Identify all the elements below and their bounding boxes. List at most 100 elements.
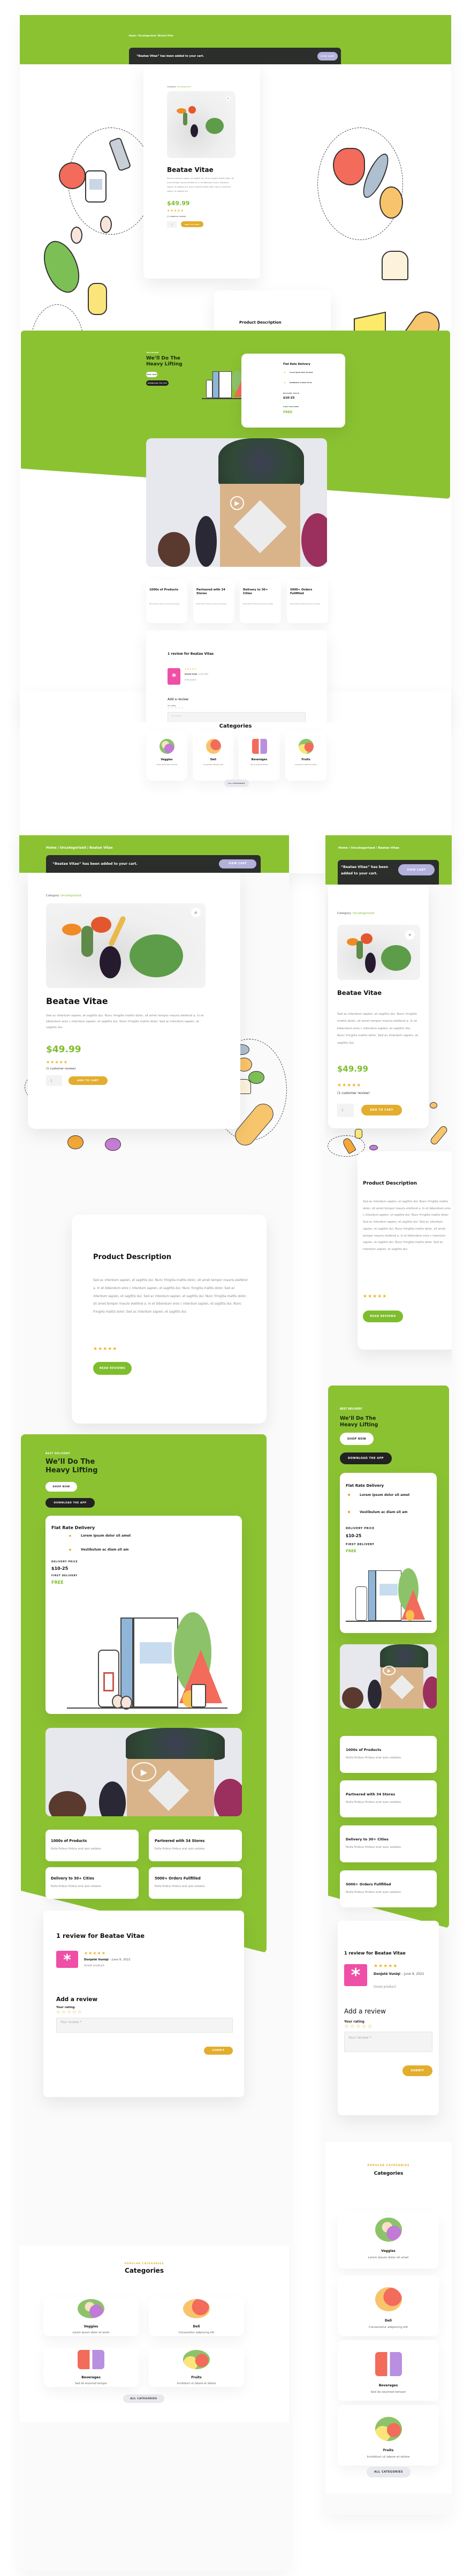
- reviews-card: 1 review for Beatae Vitae * ★★★★★ Donjet…: [338, 1921, 439, 2115]
- breadcrumb[interactable]: Home / Uncategorized / Beatae Vitae: [46, 846, 113, 850]
- shop-now-button[interactable]: Shop Now: [146, 372, 157, 377]
- delivery-video[interactable]: ▶: [340, 1644, 437, 1709]
- product-card: Category: Uncategorized ⌕ Beatae Vitae S…: [328, 885, 429, 1128]
- review-textarea[interactable]: Your review *: [344, 2032, 432, 2052]
- review-stars: ★★★★★: [185, 668, 197, 670]
- deli-icon: [206, 739, 221, 754]
- add-review-title: Add a review: [56, 1996, 98, 2003]
- beverages-icon: [375, 2352, 402, 2376]
- flat-rate-bullet: Vestibulum ac diam sit am: [348, 1510, 407, 1514]
- description-title: Product Description: [239, 320, 282, 325]
- all-categories-button[interactable]: All Categories: [367, 2467, 411, 2477]
- submit-review-button[interactable]: Submit: [204, 2047, 233, 2055]
- zoom-icon[interactable]: ⌕: [191, 908, 201, 917]
- category-card-fruits[interactable]: Fruits Incididunt ut labore et dolore: [338, 2405, 439, 2466]
- review-date: – June 9, 2021: [401, 1972, 424, 1976]
- delivery-video[interactable]: ▶: [146, 438, 327, 567]
- category-card-veggies[interactable]: Veggies Lorem ipsum dolor sit amet: [338, 2212, 439, 2268]
- review-text: Great product: [374, 1985, 396, 1989]
- breadcrumb[interactable]: Home / Uncategorized / Beatae Vitae: [338, 847, 399, 850]
- first-delivery-label: First Delivery: [346, 1543, 375, 1546]
- add-to-cart-button[interactable]: Add to cart: [361, 1105, 402, 1115]
- delivery-video[interactable]: ▶: [45, 1728, 242, 1816]
- zoom-icon[interactable]: ⌕: [405, 930, 415, 940]
- category-card-fruits[interactable]: Fruits Incididunt ut labore et dolore: [285, 731, 326, 781]
- product-price: $49.99: [337, 1064, 368, 1074]
- chicken-leg-icon: [379, 186, 403, 219]
- category-link[interactable]: Uncategorized: [177, 86, 191, 88]
- product-category: Category: Uncategorized: [46, 894, 81, 897]
- rating-input-stars[interactable]: ☆☆☆☆☆: [344, 2024, 374, 2030]
- view-cart-button[interactable]: View Cart: [219, 859, 256, 868]
- download-app-button[interactable]: Download the App: [340, 1452, 392, 1464]
- product-title: Beatae Vitae: [46, 996, 108, 1006]
- view-cart-button[interactable]: View Cart: [317, 51, 338, 61]
- category-card-beverages[interactable]: Beverages Sed do eiusmod tempor: [338, 2340, 439, 2401]
- shop-now-button[interactable]: Shop Now: [340, 1433, 374, 1445]
- read-reviews-button[interactable]: Read Reviews: [93, 1362, 132, 1375]
- category-card-veggies[interactable]: Veggies Lorem ipsum dolor sit amet: [146, 731, 187, 781]
- review-count-link[interactable]: (1 customer review): [337, 1091, 369, 1095]
- review-textarea[interactable]: Your review *: [168, 712, 306, 722]
- egg-icon: [71, 227, 82, 244]
- submit-review-button[interactable]: Submit: [402, 2065, 432, 2076]
- read-reviews-button[interactable]: Read Reviews: [363, 1311, 403, 1322]
- product-short-description: Sed ac interdum sapien, et sagittis dui.…: [167, 177, 234, 192]
- shop-now-button[interactable]: Shop Now: [45, 1482, 77, 1492]
- review-count-link[interactable]: (1 customer review): [167, 215, 186, 218]
- product-rating-stars: ★★★★★: [337, 1083, 362, 1088]
- category-link[interactable]: Uncategorized: [60, 894, 81, 897]
- download-app-button[interactable]: Download the App: [146, 380, 169, 386]
- category-card-deli[interactable]: Deli Consectetur adipiscing elit: [338, 2275, 439, 2336]
- description-card: Product Description Sed ac interdum sapi…: [358, 1151, 452, 1350]
- quantity-input[interactable]: 1: [337, 1104, 354, 1117]
- breadcrumb[interactable]: Home / Uncategorized / Beatae Vitae: [129, 34, 173, 37]
- category-card-deli[interactable]: Deli Consectetur adipiscing elit: [149, 2297, 244, 2336]
- categories-title: Categories: [219, 723, 252, 729]
- stat-card: 5000+ Orders Fullfilled Nulla finibus fin…: [340, 1870, 437, 1907]
- rating-input-stars[interactable]: ☆☆☆☆☆: [56, 2010, 83, 2015]
- reviews-title: 1 review for Beatae Vitae: [56, 1932, 145, 1940]
- download-app-button[interactable]: Download the App: [45, 1498, 95, 1508]
- delivery-price-value: $10-25: [51, 1566, 69, 1571]
- add-to-cart-button[interactable]: Add to cart: [181, 221, 203, 227]
- add-to-cart-button[interactable]: Add to cart: [69, 1076, 108, 1085]
- first-delivery-value: FREE: [51, 1580, 64, 1585]
- add-review-title: Add a review: [168, 698, 188, 701]
- category-card-beverages[interactable]: Beverages Sed do eiusmod tempor: [43, 2348, 139, 2387]
- review-textarea[interactable]: Your review *: [56, 2018, 233, 2033]
- rating-input-stars[interactable]: ☆☆☆☆☆: [168, 707, 185, 710]
- veggies-icon: [375, 2218, 402, 2242]
- quantity-input[interactable]: 1: [167, 221, 177, 228]
- categories-title: Categories: [125, 2267, 164, 2274]
- reviews-card: 1 review for Beatae Vitae * ★★★★★ Donjet…: [43, 1911, 244, 2097]
- zoom-icon[interactable]: ⌕: [226, 96, 230, 101]
- play-icon[interactable]: ▶: [132, 1762, 156, 1781]
- view-cart-button[interactable]: View Cart: [398, 864, 435, 875]
- quantity-input[interactable]: 1: [46, 1075, 62, 1086]
- product-image[interactable]: ⌕: [337, 925, 420, 980]
- category-link[interactable]: Uncategorized: [353, 912, 375, 915]
- flat-rate-title: Flat Rate Delivery: [346, 1484, 384, 1488]
- desktop-preview: Home / Uncategorized / Beatae Vitae “Bea…: [20, 15, 451, 722]
- bullet-icon: [69, 1535, 71, 1537]
- category-card-fruits[interactable]: Fruits Incididunt ut labore et dolore: [149, 2348, 244, 2387]
- category-card-deli[interactable]: Deli Consectetur adipiscing elit: [193, 731, 234, 781]
- delivery-eyebrow: Best Delivery: [340, 1408, 362, 1411]
- play-icon[interactable]: ▶: [383, 1666, 396, 1675]
- play-icon[interactable]: ▶: [230, 496, 244, 510]
- category-card-veggies[interactable]: Veggies Lorem ipsum dolor sit amet: [43, 2297, 139, 2336]
- cart-notice: “Beatae Vitae” has been added to your ca…: [129, 48, 341, 64]
- groceries-illustration: [346, 1559, 431, 1623]
- review-count-link[interactable]: (1 customer review): [46, 1067, 75, 1070]
- reviewer-avatar: *: [344, 1964, 367, 1986]
- category-card-beverages[interactable]: Beverages Sed do eiusmod tempor: [239, 731, 280, 781]
- product-price: $49.99: [167, 200, 190, 207]
- all-categories-button[interactable]: All Categories: [224, 780, 249, 787]
- product-image[interactable]: ⌕: [167, 91, 236, 158]
- product-image[interactable]: ⌕: [46, 903, 206, 988]
- review-meta: Donjetë Vuniqi – June 9, 2021: [185, 673, 208, 675]
- all-categories-button[interactable]: All Categories: [123, 2394, 164, 2403]
- description-stars: ★★★★★: [93, 1346, 118, 1352]
- reviews-title: 1 review for Beatae Vitae: [168, 652, 214, 656]
